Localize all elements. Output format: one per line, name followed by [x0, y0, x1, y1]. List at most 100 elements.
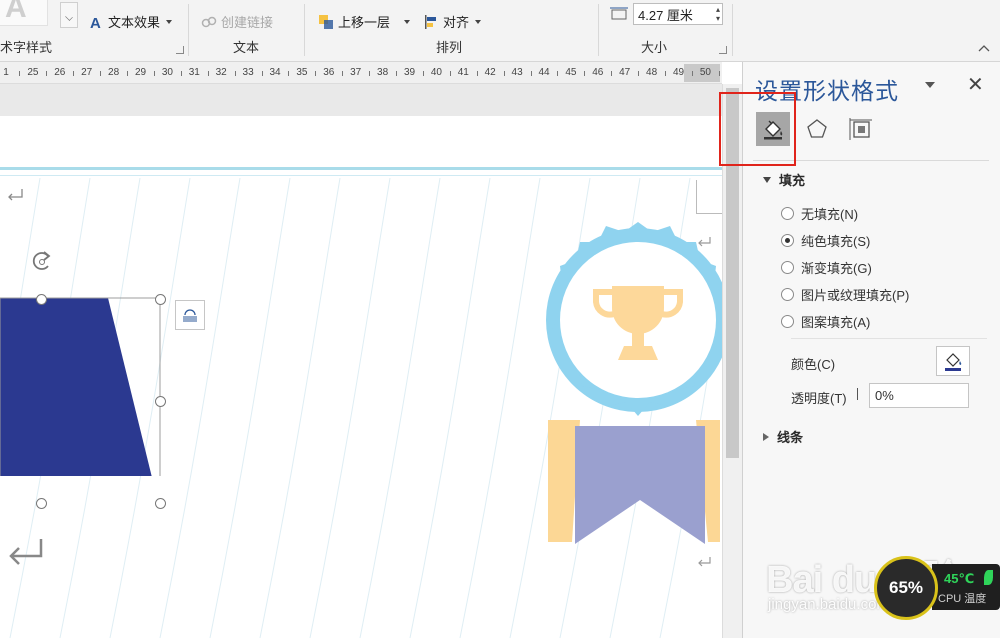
line-section-header[interactable]: 线条 [763, 427, 803, 446]
leaf-icon [984, 570, 993, 585]
ruler-label: 47 [619, 67, 631, 78]
text-effects-icon: A [90, 15, 101, 30]
document-canvas[interactable] [0, 84, 722, 638]
radio-picture-fill-label: 图片或纹理填充(P) [801, 288, 910, 303]
fill-section-header[interactable]: 填充 [763, 170, 805, 189]
pane-divider [791, 338, 987, 339]
ruler-label: 26 [54, 67, 66, 78]
radio-gradient-fill[interactable]: 渐变填充(G) [781, 258, 872, 277]
radio-pattern-fill-label: 图案填充(A) [801, 315, 871, 330]
style-letter-icon: A [5, 0, 27, 24]
resize-handle-right[interactable] [155, 396, 166, 407]
ruler-tick [73, 71, 75, 76]
ruler-tick [665, 71, 667, 76]
text-group: 创建链接 文本 [189, 0, 304, 62]
color-label: 颜色(C) [791, 357, 836, 372]
size-launcher[interactable] [719, 46, 727, 54]
text-box-corner [696, 180, 722, 214]
bring-forward-label: 上移一层 [338, 15, 391, 30]
cpu-temp-widget[interactable]: 65% 45℃ CPU 温度 [874, 556, 1000, 620]
rotate-handle-icon[interactable] [28, 250, 58, 276]
chevron-down-icon [475, 19, 482, 24]
radio-no-fill-indicator[interactable] [781, 207, 794, 220]
radio-no-fill[interactable]: 无填充(N) [781, 204, 858, 223]
tab-effects[interactable] [800, 112, 834, 146]
link-icon [201, 16, 217, 27]
radio-solid-fill[interactable]: 纯色填充(S) [781, 231, 870, 250]
ruler-tick [46, 71, 48, 76]
section-collapsed-icon [763, 432, 769, 441]
ruler-label: 41 [457, 67, 469, 78]
ruler-tick [100, 71, 102, 76]
shape-width-value: 4.27 厘米 [638, 7, 693, 23]
document-page[interactable] [0, 116, 722, 638]
transparency-label: 透明度(T) [791, 391, 847, 406]
resize-handle-top[interactable] [36, 294, 47, 305]
ruler-label: 48 [646, 67, 658, 78]
ruler-label: 32 [215, 67, 227, 78]
fill-color-button[interactable] [936, 346, 970, 376]
text-effects-label: 文本效果 [108, 15, 161, 30]
quick-style-gallery[interactable]: A [0, 0, 48, 26]
radio-picture-fill-indicator[interactable] [781, 288, 794, 301]
gallery-more-button[interactable] [60, 2, 78, 28]
ruler-label: 29 [134, 67, 147, 78]
chevron-down-icon [166, 19, 173, 24]
watermark-url: jingyan.baidu.com [768, 596, 889, 613]
spinner-arrows-icon[interactable]: ▴ ▾ [716, 5, 720, 23]
resize-handle-bottom[interactable] [36, 498, 47, 509]
ruler-tick [369, 71, 371, 76]
ruler-label: 36 [323, 67, 335, 78]
vertical-scrollbar[interactable] [722, 84, 742, 638]
award-badge-graphic[interactable] [520, 222, 722, 552]
tab-layout-properties[interactable] [844, 112, 878, 146]
shape-width-input[interactable]: 4.27 厘米 ▴ ▾ [633, 3, 723, 25]
bring-forward-button[interactable]: 上移一层 [318, 12, 411, 31]
radio-picture-fill[interactable]: 图片或纹理填充(P) [781, 285, 909, 304]
cpu-temp-value: 45℃ [944, 571, 975, 586]
align-button[interactable]: 对齐 [423, 12, 482, 31]
ruler-tick [638, 71, 640, 76]
arrange-group-label: 排列 [436, 40, 463, 55]
radio-pattern-fill[interactable]: 图案填充(A) [781, 312, 870, 331]
collapse-ribbon-icon[interactable] [978, 44, 990, 52]
text-group-label: 文本 [233, 40, 260, 55]
art-text-style-group: A A 文本效果 术字样式 [0, 0, 188, 62]
resize-handle-top-right[interactable] [155, 294, 166, 305]
ruler-tick [449, 71, 451, 76]
pane-options-dropdown-icon[interactable] [925, 82, 935, 88]
transparency-input[interactable]: 0% [869, 383, 969, 408]
ruler-tick [342, 71, 344, 76]
cpu-usage-value: 65% [888, 578, 924, 597]
text-effects-button[interactable]: A 文本效果 [88, 12, 173, 31]
ruler-label: 27 [81, 67, 93, 78]
ribbon-divider [732, 4, 733, 56]
ruler-label: 33 [242, 67, 254, 78]
horizontal-ruler[interactable]: 1 25 26 27 28 29 30 31 32 33 34 35 36 37 38 39 40 41 42 43 4… [0, 62, 722, 84]
page-header-line [0, 175, 722, 176]
ruler-label: 25 [27, 67, 39, 78]
layout-options-button[interactable] [175, 300, 205, 330]
trapezoid-shape[interactable] [0, 246, 180, 476]
radio-solid-fill-indicator[interactable] [781, 234, 794, 247]
art-text-style-launcher[interactable] [176, 46, 184, 54]
ruler-tick [127, 71, 129, 76]
create-link-button[interactable]: 创建链接 [201, 12, 273, 31]
ruler-label: 46 [592, 67, 604, 78]
radio-pattern-fill-indicator[interactable] [781, 315, 794, 328]
radio-gradient-fill-indicator[interactable] [781, 261, 794, 274]
close-icon[interactable]: ✕ [967, 72, 984, 97]
align-icon [425, 14, 436, 29]
ruler-label: 31 [188, 67, 200, 78]
resize-handle-bottom-right[interactable] [155, 498, 166, 509]
radio-solid-fill-label: 纯色填充(S) [801, 234, 871, 249]
transparency-slider[interactable] [857, 388, 858, 400]
ruler-label: 28 [108, 67, 120, 78]
layout-size-icon [849, 118, 872, 140]
effects-pentagon-icon [807, 119, 827, 138]
ruler-label: 38 [377, 67, 389, 78]
gallery-expand-icon [65, 13, 73, 21]
art-text-style-group-label: 术字样式 [0, 40, 53, 55]
ribbon: A A 文本效果 术字样式 创建链接 文本 上移一层 对齐 排列 大小 4.27… [0, 0, 1000, 62]
ruler-tick [476, 71, 478, 76]
